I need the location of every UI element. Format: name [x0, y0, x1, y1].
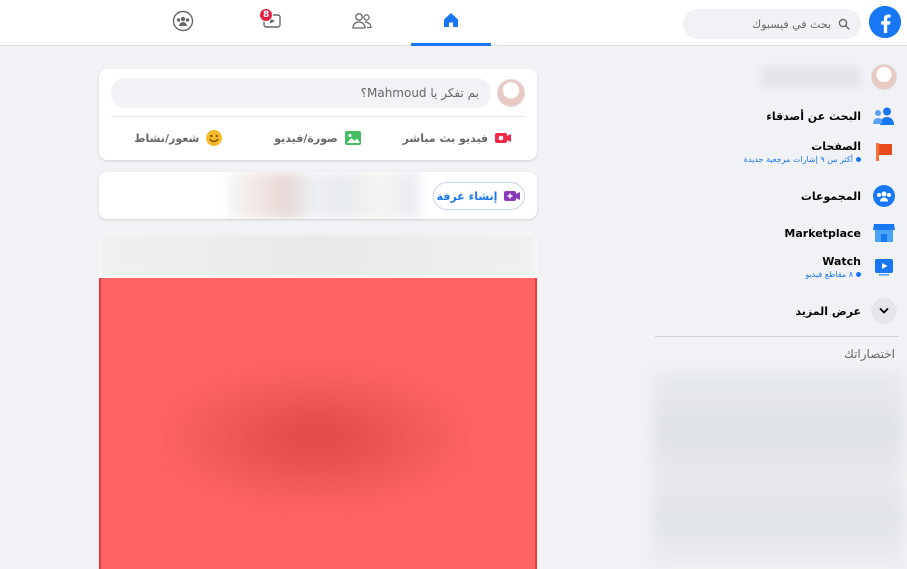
rooms-avatars-blurred — [229, 172, 419, 219]
sidebar-item-label: الصفحات — [811, 140, 861, 153]
video-plus-icon — [503, 190, 521, 202]
post-composer: بم تفكر يا Mahmoud؟ فيديو بث مباشر صورة/… — [99, 69, 537, 160]
chevron-down-icon — [871, 298, 897, 324]
shortcuts-list-blurred — [653, 370, 903, 568]
search-icon — [837, 17, 851, 31]
watch-icon — [871, 254, 897, 280]
shortcuts-heading: اختصاراتك — [843, 347, 895, 361]
sidebar-item-label: Marketplace — [784, 226, 861, 240]
create-room-label: إنشاء غرفة — [436, 189, 498, 203]
live-video-icon — [494, 130, 512, 146]
composer-placeholder: بم تفكر يا Mahmoud؟ — [360, 86, 479, 100]
photo-icon — [344, 130, 362, 146]
feeling-activity-button[interactable]: شعور/نشاط — [109, 123, 248, 153]
composer-actions: فيديو بث مباشر صورة/فيديو شعور/نشاط — [109, 123, 527, 153]
tab-watch[interactable]: 8 — [232, 0, 312, 46]
live-video-label: فيديو بث مباشر — [402, 131, 489, 145]
sidebar-item-groups[interactable]: المجموعات — [651, 183, 897, 209]
whats-on-your-mind-input[interactable]: بم تفكر يا Mahmoud؟ — [111, 78, 491, 108]
tab-friends[interactable] — [322, 0, 402, 46]
rooms-card: إنشاء غرفة — [99, 172, 537, 219]
groups-icon — [871, 183, 897, 209]
marketplace-icon — [871, 220, 897, 246]
sidebar-item-subtext: أكثر من ٩ إشارات مرجعية جديدة — [744, 155, 861, 164]
search-input[interactable] — [701, 17, 831, 31]
profile-name-blurred — [761, 66, 861, 88]
avatar — [871, 64, 897, 90]
photo-video-button[interactable]: صورة/فيديو — [248, 123, 387, 153]
home-icon — [442, 11, 460, 33]
sidebar-item-watch[interactable]: Watch ٨ مقاطع فيديو — [651, 254, 897, 280]
facebook-logo-icon[interactable] — [869, 6, 901, 38]
tab-groups[interactable] — [143, 0, 223, 46]
sidebar-item-pages[interactable]: الصفحات أكثر من ٩ إشارات مرجعية جديدة — [651, 139, 897, 165]
create-room-button[interactable]: إنشاء غرفة — [433, 182, 525, 210]
pages-flag-icon — [871, 139, 897, 165]
feed-post-media-redacted — [99, 278, 537, 569]
sidebar-see-more[interactable]: عرض المزيد — [651, 298, 897, 324]
sidebar-item-label: البحث عن أصدقاء — [766, 109, 861, 123]
feed-post — [99, 232, 537, 569]
sidebar-item-profile[interactable] — [651, 64, 897, 90]
top-bar: 8 — [0, 0, 907, 46]
photo-video-label: صورة/فيديو — [274, 131, 338, 145]
sidebar-item-marketplace[interactable]: Marketplace — [651, 220, 897, 246]
sidebar-divider — [655, 336, 899, 337]
find-friends-icon — [871, 103, 897, 129]
tab-home[interactable] — [411, 0, 491, 46]
sidebar-item-label: المجموعات — [800, 189, 861, 203]
friends-icon — [351, 12, 373, 34]
composer-divider — [111, 116, 525, 117]
sidebar-item-label: عرض المزيد — [795, 304, 861, 318]
search-bar[interactable] — [683, 9, 861, 39]
sidebar-item-find-friends[interactable]: البحث عن أصدقاء — [651, 103, 897, 129]
avatar — [497, 79, 525, 107]
feed-post-header-blurred — [99, 232, 537, 278]
groups-icon — [172, 10, 194, 36]
feeling-icon — [205, 130, 223, 146]
feeling-activity-label: شعور/نشاط — [134, 131, 200, 145]
live-video-button[interactable]: فيديو بث مباشر — [388, 123, 527, 153]
sidebar-item-label: Watch — [822, 255, 861, 268]
sidebar-item-subtext: ٨ مقاطع فيديو — [805, 270, 861, 279]
